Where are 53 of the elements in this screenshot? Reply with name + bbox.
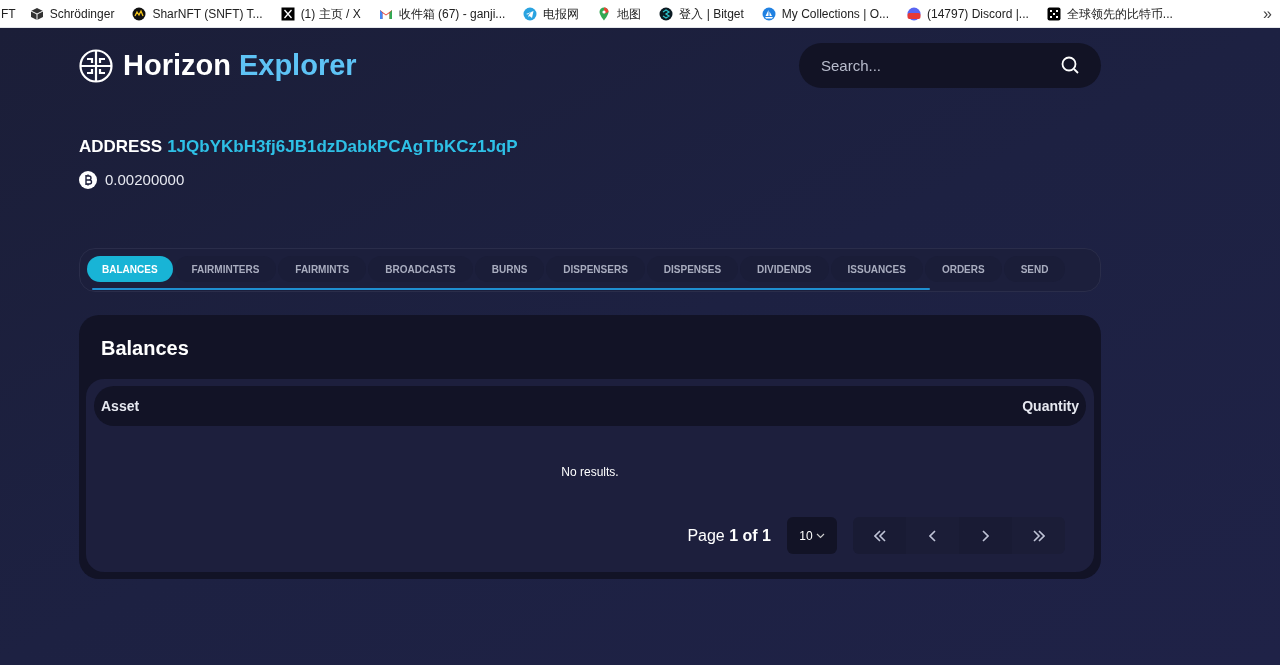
address-value[interactable]: 1JQbYKbH3fj6JB1dzDabkPCAgTbKCz1JqP [167, 134, 518, 160]
tab[interactable]: BROADCASTS [368, 256, 473, 282]
tab[interactable]: BURNS [474, 256, 545, 282]
bookmark-link[interactable]: SharNFT (SNFT) T... [132, 4, 263, 23]
bookmark-link[interactable]: 登入 | Bitget [659, 4, 744, 23]
address-label: ADDRESS [79, 136, 163, 158]
tab[interactable]: DIVIDENDS [740, 256, 829, 282]
bookmark-link[interactable]: (1) 主页 / X [280, 4, 361, 23]
tab[interactable]: DISPENSERS [546, 256, 645, 282]
last-page-button[interactable] [1012, 517, 1065, 554]
tab[interactable]: ISSUANCES [830, 256, 923, 282]
tab[interactable]: ORDERS [924, 256, 1002, 282]
swirl-icon [659, 6, 674, 21]
bookmark-link[interactable]: 全球领先的比特币... [1046, 4, 1173, 23]
search-icon[interactable] [1061, 56, 1079, 74]
bookmark-link[interactable]: FT [1, 4, 16, 23]
column-header: Quantity [1022, 396, 1079, 416]
page-size-select[interactable]: 10 [787, 517, 837, 554]
tab[interactable]: FAIRMINTS [278, 256, 367, 282]
empty-message: No results. [561, 463, 619, 481]
chevron-icon [929, 529, 936, 542]
bookmark-link[interactable]: 收件箱 (67) - ganji... [378, 4, 506, 23]
tab[interactable]: DISPENSES [646, 256, 739, 282]
page-indicator: Page 1 of 1 [687, 525, 771, 546]
tab[interactable]: SEND [1003, 256, 1066, 282]
brand-accent: Explorer [238, 47, 357, 83]
bookmark-link[interactable]: My Collections | O... [761, 4, 889, 23]
double-chevron-icon [1032, 529, 1045, 542]
panel-title: Balances [100, 336, 190, 361]
badge-icon [907, 6, 921, 21]
bitcoin-icon [79, 170, 97, 189]
bookmark-link[interactable]: 电报网 [523, 4, 580, 23]
boat-icon [761, 6, 776, 21]
coin-icon [132, 6, 147, 21]
bookmark-link[interactable]: 地图 [597, 4, 642, 23]
caret-icon [815, 532, 825, 539]
x-logo-icon [280, 6, 295, 21]
tab[interactable]: FAIRMINTERS [174, 256, 277, 282]
bookmark-link[interactable]: Schrödinger [29, 4, 115, 23]
bookmarks-overflow[interactable]: » [1263, 1, 1272, 26]
double-chevron-icon [873, 529, 886, 542]
grid-icon [1046, 6, 1061, 21]
brand-name: Horizon [123, 47, 231, 83]
balance-amount: 0.00200000 [105, 169, 185, 190]
telegram-icon [523, 6, 538, 21]
first-page-button[interactable] [853, 517, 906, 554]
bookmark-link[interactable]: (14797) Discord |... [907, 4, 1029, 23]
scrollbar-thumb[interactable] [92, 288, 930, 290]
logo-icon [79, 48, 113, 83]
chevron-icon [982, 529, 989, 542]
search-field[interactable]: Search... [799, 43, 1101, 88]
column-header: Asset [101, 396, 140, 416]
cube-icon [29, 6, 44, 21]
